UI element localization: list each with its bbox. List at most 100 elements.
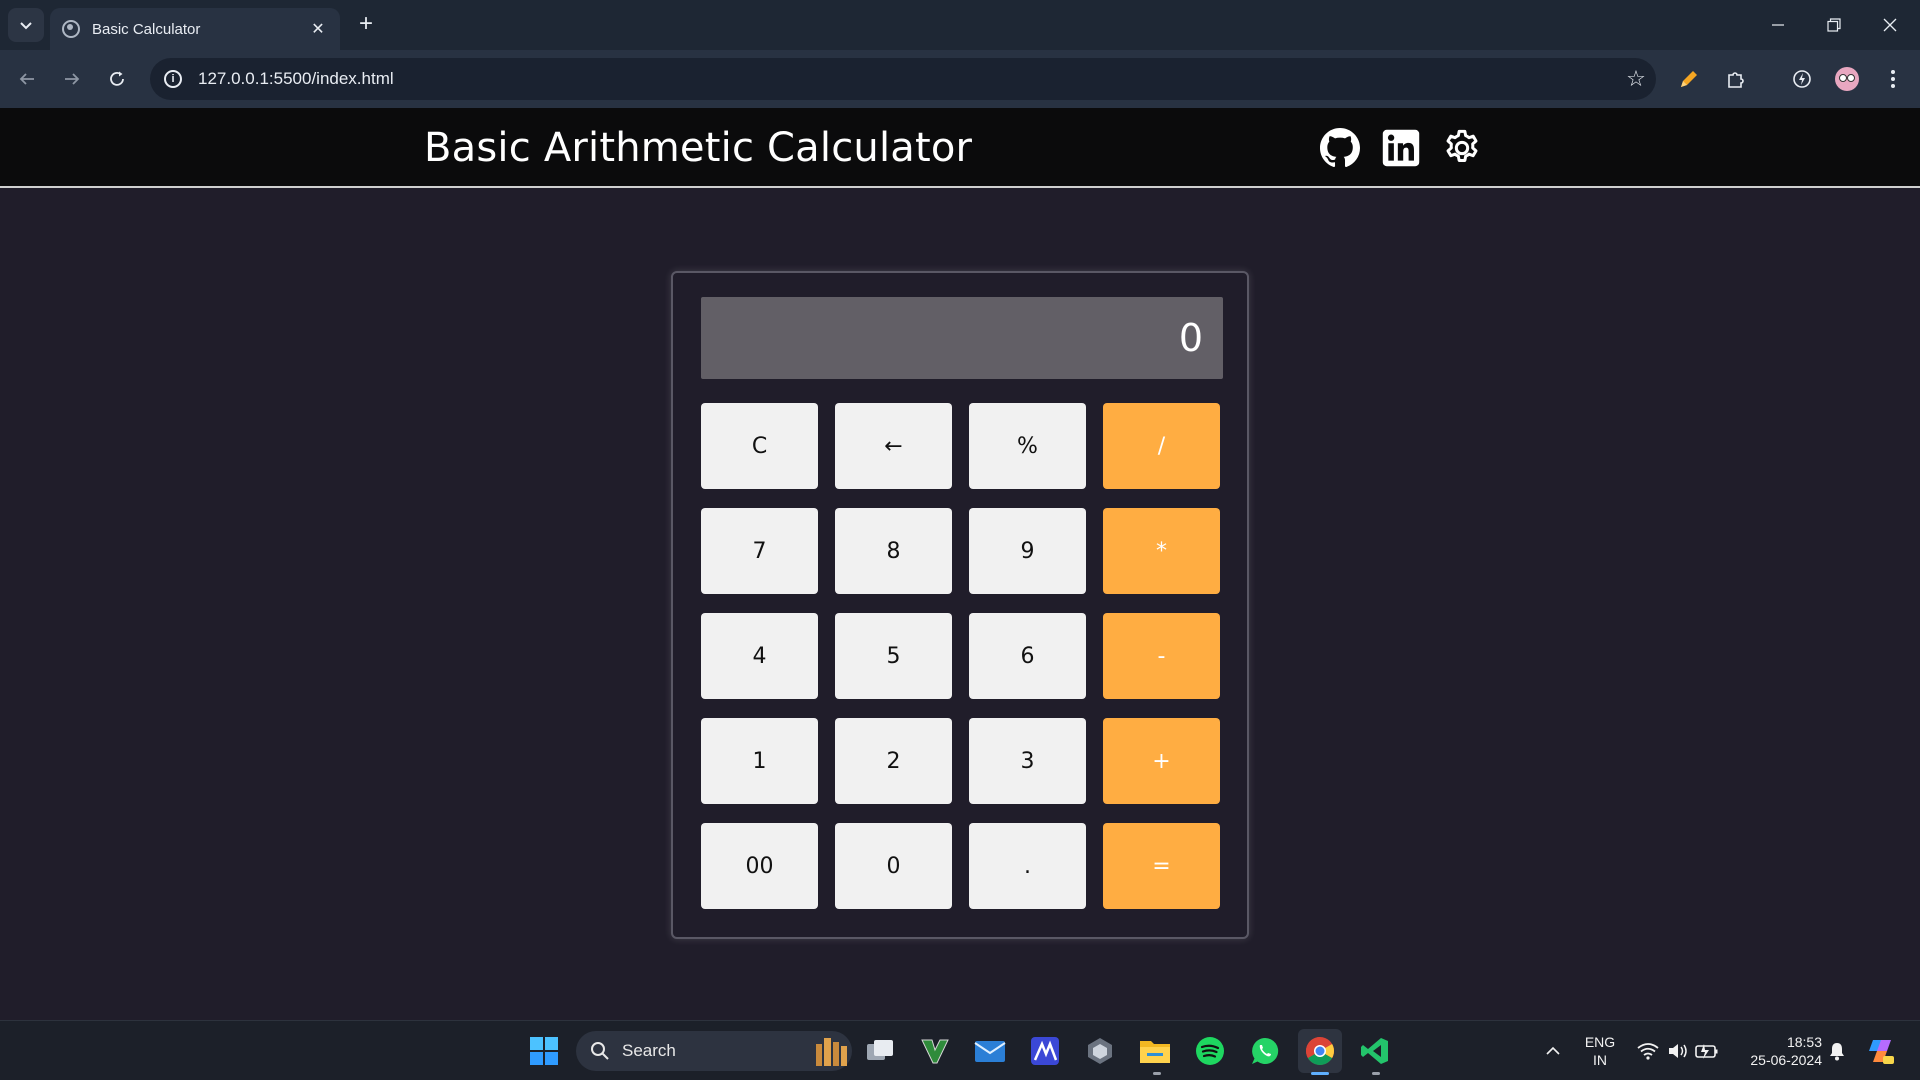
- editor-app-icon: [1031, 1037, 1059, 1065]
- forward-button[interactable]: [55, 62, 89, 96]
- key-digit-8-button[interactable]: 8: [835, 508, 952, 594]
- browser-menu-button[interactable]: [1876, 62, 1910, 96]
- settings-link[interactable]: [1441, 127, 1483, 169]
- clock-date: 25-06-2024: [1750, 1052, 1822, 1068]
- key-clear-button[interactable]: C: [701, 403, 818, 489]
- key-digit-4-button[interactable]: 4: [701, 613, 818, 699]
- tab-search-button[interactable]: [8, 8, 44, 42]
- whatsapp-icon: [1252, 1037, 1279, 1064]
- calculator: 0 C ←%/7 8 9 * 4 5 6-1 2 3 +00 0. =: [671, 271, 1249, 939]
- notifications-button[interactable]: [1824, 1029, 1850, 1073]
- system-tray-status[interactable]: [1628, 1029, 1728, 1073]
- region-code: IN: [1593, 1052, 1607, 1068]
- key-add-button[interactable]: +: [1103, 718, 1220, 804]
- reload-icon: [110, 71, 124, 86]
- extensions-button[interactable]: [1719, 62, 1753, 96]
- back-button[interactable]: [10, 62, 44, 96]
- key-digit-2-button[interactable]: 2: [835, 718, 952, 804]
- key-subtract-button[interactable]: -: [1103, 613, 1220, 699]
- github-icon: [1320, 128, 1360, 168]
- minimize-icon: [1772, 24, 1784, 26]
- address-bar[interactable]: i 127.0.0.1:5500/index.html ☆: [150, 58, 1656, 100]
- language-indicator[interactable]: ENG IN: [1578, 1033, 1622, 1069]
- hexagon-app-icon: [1088, 1038, 1112, 1064]
- taskbar-app-file-explorer[interactable]: [1133, 1029, 1177, 1073]
- new-tab-button[interactable]: +: [352, 10, 380, 38]
- search-label: Search: [622, 1041, 676, 1060]
- battery-icon: [1695, 1044, 1718, 1059]
- linkedin-icon: [1382, 129, 1420, 167]
- site-info-icon[interactable]: i: [164, 70, 182, 88]
- taskbar-app-mail[interactable]: [968, 1029, 1012, 1073]
- browser-tab[interactable]: Basic Calculator ✕: [50, 8, 340, 50]
- key-digit-9-button[interactable]: 9: [969, 508, 1086, 594]
- pencil-extension-icon[interactable]: [1672, 62, 1706, 96]
- taskbar-app-chrome[interactable]: [1298, 1029, 1342, 1073]
- browser-tab-bar: Basic Calculator ✕ +: [0, 0, 1920, 50]
- key-divide-button[interactable]: /: [1103, 403, 1220, 489]
- key-backspace-button[interactable]: ←: [835, 403, 952, 489]
- key-multiply-button[interactable]: *: [1103, 508, 1220, 594]
- key-percent-button[interactable]: %: [969, 403, 1086, 489]
- taskbar-app-editor[interactable]: [1023, 1029, 1067, 1073]
- taskbar-app-spotify[interactable]: [1188, 1029, 1232, 1073]
- tab-title: Basic Calculator: [92, 20, 201, 38]
- running-indicator-active: [1311, 1072, 1329, 1075]
- wifi-icon: [1637, 1043, 1659, 1060]
- minimize-button[interactable]: [1750, 0, 1806, 50]
- key-equals-button[interactable]: =: [1103, 823, 1220, 909]
- linkedin-link[interactable]: [1380, 127, 1422, 169]
- url-text[interactable]: 127.0.0.1:5500/index.html: [198, 69, 1616, 89]
- windows-logo-icon: [530, 1037, 558, 1065]
- restore-button[interactable]: [1806, 0, 1862, 50]
- avatar-icon: [1835, 67, 1859, 91]
- show-hidden-icons-button[interactable]: [1531, 1029, 1575, 1073]
- key-double-zero-button[interactable]: 00: [701, 823, 818, 909]
- more-vertical-icon: [1891, 70, 1895, 88]
- performance-button[interactable]: [1785, 62, 1819, 96]
- close-icon: [1883, 18, 1897, 32]
- taskbar-app-hex[interactable]: [1078, 1029, 1122, 1073]
- key-digit-7-button[interactable]: 7: [701, 508, 818, 594]
- language-code: ENG: [1584, 1034, 1616, 1050]
- volume-icon: [1669, 1044, 1687, 1058]
- folder-icon: [1140, 1041, 1170, 1063]
- speed-icon: [1793, 70, 1811, 88]
- profile-avatar[interactable]: [1830, 62, 1864, 96]
- search-highlight-icon: [816, 1038, 847, 1066]
- key-digit-1-button[interactable]: 1: [701, 718, 818, 804]
- running-indicator: [1153, 1072, 1161, 1075]
- taskbar-app-whatsapp[interactable]: [1243, 1029, 1287, 1073]
- close-window-button[interactable]: [1862, 0, 1918, 50]
- github-link[interactable]: [1319, 127, 1361, 169]
- key-digit-5-button[interactable]: 5: [835, 613, 952, 699]
- taskbar-search[interactable]: Search: [576, 1031, 852, 1071]
- chevron-down-icon: [20, 22, 32, 30]
- copilot-button[interactable]: [1858, 1029, 1902, 1073]
- vim-icon: [921, 1039, 949, 1064]
- spotify-icon: [1196, 1037, 1224, 1065]
- key-digit-0-button[interactable]: 0: [835, 823, 952, 909]
- bookmark-star-icon[interactable]: ☆: [1616, 66, 1656, 92]
- tab-close-button[interactable]: ✕: [308, 19, 328, 39]
- bell-icon: [1830, 1043, 1844, 1061]
- globe-icon: [62, 20, 80, 38]
- reload-button[interactable]: [100, 62, 134, 96]
- chrome-icon: [1306, 1037, 1334, 1065]
- calculator-display: 0: [701, 297, 1223, 379]
- key-decimal-button[interactable]: .: [969, 823, 1086, 909]
- windows-taskbar: Search ENG IN 18:53 25-06-2024: [0, 1020, 1920, 1080]
- taskbar-app-vscode[interactable]: [1353, 1029, 1397, 1073]
- key-digit-6-button[interactable]: 6: [969, 613, 1086, 699]
- taskbar-app-vim[interactable]: [913, 1029, 957, 1073]
- page-header: Basic Arithmetic Calculator: [0, 108, 1920, 188]
- task-view-icon: [867, 1040, 893, 1060]
- arrow-right-icon: [65, 73, 80, 85]
- clock[interactable]: 18:53 25-06-2024: [1732, 1033, 1822, 1069]
- key-digit-3-button[interactable]: 3: [969, 718, 1086, 804]
- task-view-button[interactable]: [858, 1029, 902, 1073]
- start-button[interactable]: [522, 1029, 566, 1073]
- running-indicator: [1372, 1072, 1380, 1075]
- chevron-up-icon: [1546, 1046, 1560, 1055]
- search-icon: [591, 1042, 609, 1060]
